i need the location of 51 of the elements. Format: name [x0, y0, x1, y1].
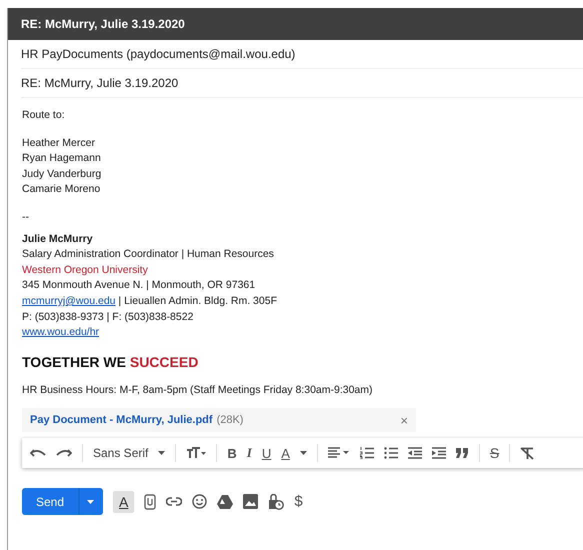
- underline-button[interactable]: U: [262, 446, 272, 461]
- indent-more-icon[interactable]: [432, 447, 446, 460]
- quote-icon[interactable]: [456, 448, 469, 458]
- address-text: 345 Monmouth Avenue N. | Monmouth, OR 97361: [22, 278, 256, 294]
- website-link[interactable]: www.wou.edu/hr: [22, 325, 100, 341]
- strikethrough-button[interactable]: S: [490, 445, 500, 462]
- triangle-icon[interactable]: [217, 494, 234, 509]
- from-field[interactable]: HR PayDocuments (paydocuments@mail.wou.edu): [21, 47, 296, 61]
- body-text: Route to:: [22, 108, 66, 123]
- send-money-button[interactable]: $: [294, 493, 303, 510]
- numbered-list-icon[interactable]: [360, 447, 374, 460]
- recipient-name: Camarie Moreno: [22, 182, 102, 198]
- remove-attachment-button[interactable]: ×: [400, 412, 408, 428]
- bulleted-list-icon[interactable]: [384, 447, 398, 460]
- send-button[interactable]: Send: [22, 488, 78, 516]
- subject-field[interactable]: RE: McMurry, Julie 3.19.2020: [21, 76, 178, 90]
- window-title: RE: McMurry, Julie 3.19.2020: [21, 17, 185, 31]
- text-color-button[interactable]: A: [281, 446, 290, 461]
- signature-name: Julie McMurry: [22, 232, 94, 247]
- font-dropdown[interactable]: Sans Serif: [93, 446, 148, 460]
- text-size-icon[interactable]: [186, 447, 206, 460]
- attachment-size: (28K): [216, 414, 244, 426]
- clear-formatting-icon[interactable]: [520, 446, 534, 460]
- lock-clock-icon[interactable]: [268, 494, 284, 510]
- attachment-name[interactable]: Pay Document - McMurry, Julie.pdf: [30, 414, 213, 426]
- link-icon[interactable]: [166, 497, 182, 506]
- signature-separator: --: [22, 210, 30, 225]
- slogan-text: TOGETHER WE SUCCEED: [22, 352, 200, 371]
- indent-less-icon[interactable]: [408, 447, 422, 460]
- organization-name: Western Oregon University: [22, 262, 149, 278]
- caret-icon[interactable]: [158, 451, 166, 456]
- recipient-name: Ryan Hagemann: [22, 151, 102, 166]
- undo-icon[interactable]: [30, 447, 46, 460]
- signature-title: Salary Administration Coordinator | Human Resources: [22, 247, 275, 262]
- business-hours-text: HR Business Hours: M-F, 8am-5pm (Staff Meetings Friday 8:30am-9:30am): [22, 382, 374, 398]
- redo-icon[interactable]: [56, 447, 72, 460]
- recipient-name: Heather Mercer: [22, 136, 96, 151]
- caret-icon[interactable]: [78, 488, 103, 516]
- italic-button[interactable]: I: [246, 445, 252, 462]
- caret-icon[interactable]: [300, 451, 307, 456]
- attachment-chip[interactable]: Pay Document - McMurry, Julie.pdf (28K) ×: [22, 408, 416, 432]
- bold-button[interactable]: B: [227, 446, 237, 461]
- image-icon[interactable]: [243, 494, 258, 510]
- office-text: | Lieuallen Admin. Bldg. Rm. 305F: [117, 294, 277, 309]
- formatting-options-button[interactable]: A: [113, 490, 134, 513]
- paperclip-icon[interactable]: [144, 494, 156, 510]
- email-link[interactable]: mcmurryj@wou.edu: [22, 294, 116, 310]
- phone-text: P: (503)838-9373 | F: (503)838-8522: [22, 310, 194, 325]
- recipient-name: Judy Vanderburg: [22, 166, 102, 182]
- align-icon[interactable]: [328, 447, 350, 460]
- emoji-icon[interactable]: [192, 494, 208, 510]
